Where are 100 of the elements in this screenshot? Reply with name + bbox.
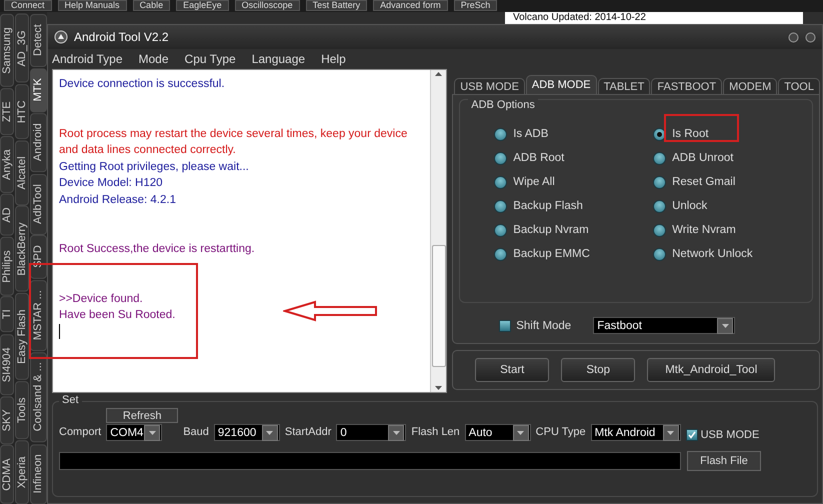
menu-item[interactable]: Android Type [52, 52, 122, 66]
caret-icon [266, 430, 274, 434]
scrollbar[interactable] [430, 70, 446, 392]
caret-icon [148, 430, 156, 434]
side-tab[interactable]: AdbTool [30, 174, 47, 234]
window-title: Android Tool V2.2 [74, 30, 170, 44]
menu-item[interactable]: Mode [138, 52, 169, 66]
flash-file-button[interactable]: Flash File [687, 451, 761, 471]
toolbar-button[interactable]: Oscilloscope [234, 0, 300, 11]
toolbar-button[interactable]: Cable [132, 0, 170, 11]
log-line: Getting Root privileges, please wait... [59, 160, 249, 174]
side-tab[interactable]: Alcatel [15, 140, 29, 206]
scroll-down-icon[interactable] [435, 384, 442, 392]
side-tab[interactable]: MTK [30, 68, 47, 112]
radio-option[interactable]: Write Nvram [653, 218, 812, 242]
side-tab[interactable]: Samsung [0, 14, 14, 87]
side-tab[interactable]: CDMA [0, 445, 14, 504]
log-line: Root process may restart the device several times, keep your device and data lines connected correctly. [59, 126, 408, 158]
log-line: >>Device found. [59, 292, 143, 306]
file-path-field[interactable] [59, 452, 681, 470]
radio-option[interactable]: Backup Flash [494, 194, 654, 218]
radio-option[interactable]: Unlock [653, 194, 812, 218]
log-line: Have been Su Rooted. [59, 308, 176, 323]
field-label: CPU Type [536, 425, 586, 440]
dropdown[interactable]: 921600 [214, 424, 280, 441]
toolbar-button[interactable]: Connect [4, 0, 52, 11]
side-tab[interactable]: AD [0, 194, 14, 236]
log-line: Root Success,the device is restartting. [59, 242, 255, 257]
menu-item[interactable]: Language [252, 52, 306, 66]
side-tab[interactable]: Infineon [30, 444, 47, 504]
update-notice: Volcano Updated: 2014-10-22 [505, 12, 803, 24]
side-tab[interactable]: HTC [15, 84, 29, 139]
side-tab[interactable]: Detect [30, 14, 47, 67]
mode-tab[interactable]: FASTBOOT [651, 78, 722, 94]
minimize-icon[interactable] [788, 32, 799, 42]
side-tab[interactable]: SI4904 [0, 334, 14, 395]
mode-dropdown[interactable]: Fastboot [593, 317, 736, 334]
field-label: Comport [59, 425, 102, 440]
usb-mode-checkbox[interactable]: USB MODE [686, 429, 760, 441]
radio-option[interactable]: Backup Nvram [494, 218, 654, 242]
field-label: Baud [183, 425, 209, 440]
side-tab[interactable]: AD_3G [15, 14, 29, 83]
side-tab[interactable]: Easy Flash [15, 292, 29, 380]
side-tab[interactable]: SKY [0, 396, 14, 444]
side-tab[interactable]: Philips [0, 236, 14, 296]
shift-mode-checkbox[interactable]: Shift Mode [499, 320, 572, 332]
side-tab[interactable]: Xperia [15, 440, 29, 504]
caret-icon [392, 430, 400, 434]
side-tab[interactable]: MSTAR ... [30, 280, 47, 352]
app-icon [54, 30, 68, 44]
field-label: StartAddr [284, 425, 332, 440]
dropdown[interactable]: Auto [464, 424, 531, 441]
side-tab[interactable]: Coolsand & ... [30, 352, 47, 443]
arrow-icon [283, 300, 379, 322]
radio-option[interactable]: Is Root [653, 122, 812, 146]
toolbar-button[interactable]: Test Battery [306, 0, 368, 11]
radio-option[interactable]: Network Unlock [653, 242, 812, 266]
side-tab[interactable]: Tools [15, 380, 29, 439]
mode-tab[interactable]: TOOL [778, 78, 820, 94]
side-tab[interactable]: ZTE [0, 88, 14, 136]
radio-option[interactable]: Backup EMMC [494, 242, 654, 266]
side-tab[interactable]: BlackBerry [15, 206, 29, 292]
side-tab[interactable]: TI [0, 296, 14, 333]
field-label: Flash Len [411, 425, 460, 440]
group-title: Set [59, 394, 82, 406]
action-button[interactable]: Stop [561, 358, 636, 382]
scroll-up-icon[interactable] [435, 70, 442, 78]
caret-icon [722, 324, 729, 328]
group-title: ADB Options [468, 99, 538, 111]
dropdown[interactable]: Mtk Android [590, 424, 681, 441]
side-tab[interactable]: Anyka [0, 136, 14, 193]
radio-option[interactable]: Wipe All [494, 170, 654, 194]
dropdown[interactable]: 0 [336, 424, 406, 441]
radio-option[interactable]: Is ADB [494, 122, 654, 146]
menu-item[interactable]: Cpu Type [184, 52, 236, 66]
log-line: Device connection is successful. [59, 77, 225, 92]
caret-icon [517, 430, 524, 434]
caret-icon [667, 430, 674, 434]
action-button[interactable]: Start [475, 358, 550, 382]
radio-option[interactable]: ADB Unroot [653, 146, 812, 170]
action-button[interactable]: Mtk_Android_Tool [647, 358, 776, 382]
toolbar-button[interactable]: EagleEye [176, 0, 229, 11]
dropdown[interactable]: COM4 [106, 424, 162, 441]
log-line: Device Model: H120 [59, 176, 163, 191]
radio-option[interactable]: Reset Gmail [653, 170, 812, 194]
radio-option[interactable]: ADB Root [494, 146, 654, 170]
mode-tab[interactable]: ADB MODE [526, 75, 597, 94]
menu-item[interactable]: Help [321, 52, 346, 66]
mode-tab[interactable]: USB MODE [454, 78, 525, 94]
toolbar-button[interactable]: Help Manuals [58, 0, 127, 11]
mode-tab[interactable]: TABLET [598, 78, 650, 94]
toolbar-button[interactable]: PreSch [454, 0, 498, 11]
side-tab[interactable]: Android [30, 113, 47, 173]
text-cursor [59, 324, 60, 338]
checkmark-icon [688, 431, 696, 439]
log-line: Android Release: 4.2.1 [59, 192, 176, 208]
refresh-button[interactable]: Refresh [106, 408, 178, 423]
mode-tab[interactable]: MODEM [723, 78, 778, 94]
toolbar-button[interactable]: Advanced form [373, 0, 448, 11]
close-icon[interactable] [805, 32, 816, 42]
